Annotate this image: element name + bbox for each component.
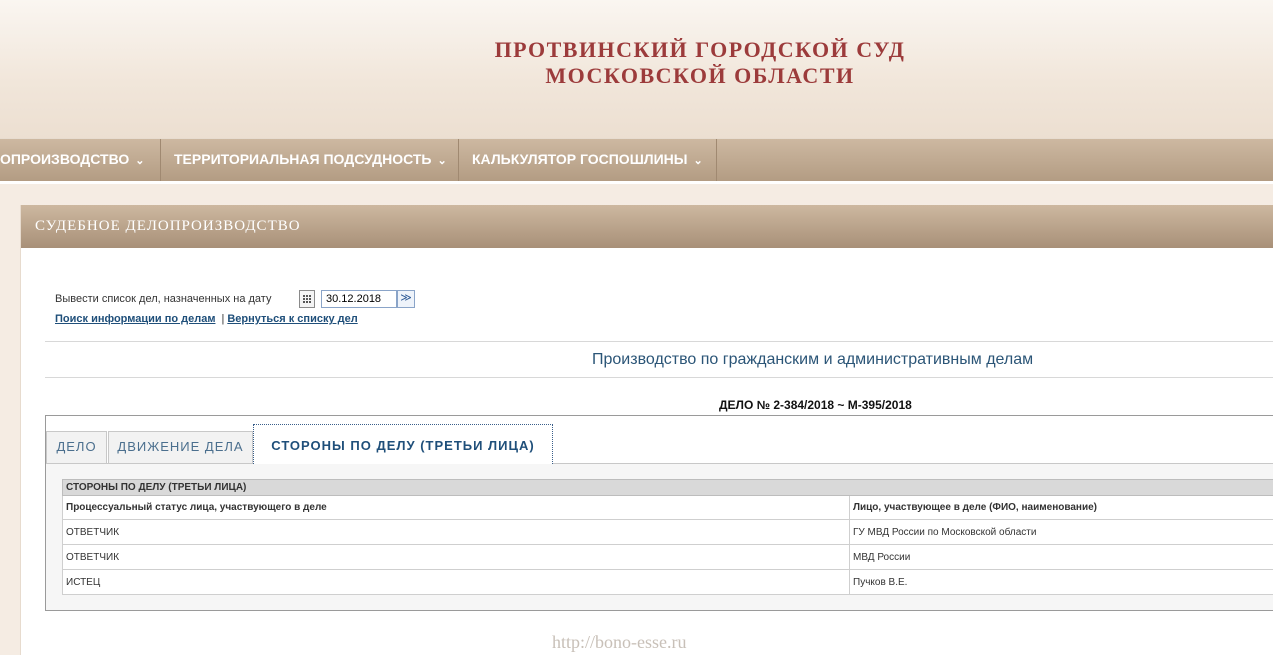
nav-item-calculator[interactable]: КАЛЬКУЛЯТОР ГОСПОШЛИНЫ ⌄ [461, 139, 717, 181]
table-row: ИСТЕЦ Пучков В.Е. [62, 569, 1273, 595]
column-header: Процессуальный статус лица, участвующего… [62, 495, 850, 520]
party-status-cell: ОТВЕТЧИК [62, 519, 850, 545]
column-header: Лицо, участвующее в деле (ФИО, наименова… [849, 495, 1273, 520]
party-name-cell: ГУ МВД России по Московской области [849, 519, 1273, 545]
parties-table: СТОРОНЫ ПО ДЕЛУ (ТРЕТЬИ ЛИЦА) Процессуал… [62, 479, 1273, 595]
link-separator: | [221, 313, 225, 325]
proceeding-title: Производство по гражданским и администра… [592, 351, 1034, 368]
date-go-button[interactable]: ≫ [397, 290, 415, 308]
tab-panel-parties: СТОРОНЫ ПО ДЕЛУ (ТРЕТЬИ ЛИЦА) Процессуал… [46, 464, 1273, 610]
chevron-down-icon: ⌄ [437, 155, 447, 167]
case-number: ДЕЛО № 2-384/2018 ~ М-395/2018 [719, 398, 912, 412]
calendar-icon[interactable] [299, 290, 315, 308]
section-header: СУДЕБНОЕ ДЕЛОПРОИЗВОДСТВО [21, 205, 1273, 248]
content-panel: СУДЕБНОЕ ДЕЛОПРОИЗВОДСТВО Вывести список… [20, 205, 1273, 655]
nav-item-territorial[interactable]: ТЕРРИТОРИАЛЬНАЯ ПОДСУДНОСТЬ ⌄ [162, 139, 459, 181]
court-title-line2: МОСКОВСКОЙ ОБЛАСТИ [545, 63, 855, 88]
nav-links: Поиск информации по делам | Вернуться к сп… [55, 313, 358, 325]
table-row: ОТВЕТЧИК МВД России [62, 544, 1273, 570]
table-caption: СТОРОНЫ ПО ДЕЛУ (ТРЕТЬИ ЛИЦА) [62, 479, 1273, 496]
table-row: ОТВЕТЧИК ГУ МВД России по Московской обл… [62, 519, 1273, 545]
date-filter-label: Вывести список дел, назначенных на дату [55, 293, 272, 305]
nav-item-label: ОПРОИЗВОДСТВО [0, 151, 130, 167]
tab-parties[interactable]: СТОРОНЫ ПО ДЕЛУ (ТРЕТЬИ ЛИЦА) [253, 424, 553, 464]
tab-case-movement[interactable]: ДВИЖЕНИЕ ДЕЛА [108, 431, 253, 463]
search-cases-link[interactable]: Поиск информации по делам [55, 313, 215, 325]
nav-item-label: ТЕРРИТОРИАЛЬНАЯ ПОДСУДНОСТЬ [174, 151, 432, 167]
case-tabs: ДЕЛО ДВИЖЕНИЕ ДЕЛА СТОРОНЫ ПО ДЕЛУ (ТРЕТ… [45, 415, 1273, 611]
section-title: СУДЕБНОЕ ДЕЛОПРОИЗВОДСТВО [35, 218, 301, 234]
party-status-cell: ИСТЕЦ [62, 569, 850, 595]
party-name-cell: Пучков В.Е. [849, 569, 1273, 595]
court-title-line1: ПРОТВИНСКИЙ ГОРОДСКОЙ СУД [494, 37, 906, 62]
chevron-down-icon: ⌄ [693, 155, 703, 167]
watermark: http://bono-esse.ru [552, 632, 687, 652]
back-to-list-link[interactable]: Вернуться к списку дел [227, 313, 357, 325]
chevron-down-icon: ⌄ [135, 155, 145, 167]
table-header-row: Процессуальный статус лица, участвующего… [62, 495, 1273, 520]
party-status-cell: ОТВЕТЧИК [62, 544, 850, 570]
divider [45, 341, 1273, 342]
main-nav: ОПРОИЗВОДСТВО ⌄ ТЕРРИТОРИАЛЬНАЯ ПОДСУДНОС… [0, 138, 1273, 181]
nav-item-proizvodstvo[interactable]: ОПРОИЗВОДСТВО ⌄ [0, 139, 161, 181]
divider [45, 377, 1273, 378]
site-header: ПРОТВИНСКИЙ ГОРОДСКОЙ СУД МОСКОВСКОЙ ОБЛ… [0, 0, 1273, 138]
nav-item-label: КАЛЬКУЛЯТОР ГОСПОШЛИНЫ [472, 151, 688, 167]
tab-case[interactable]: ДЕЛО [46, 431, 107, 463]
party-name-cell: МВД России [849, 544, 1273, 570]
date-input[interactable] [321, 290, 397, 308]
